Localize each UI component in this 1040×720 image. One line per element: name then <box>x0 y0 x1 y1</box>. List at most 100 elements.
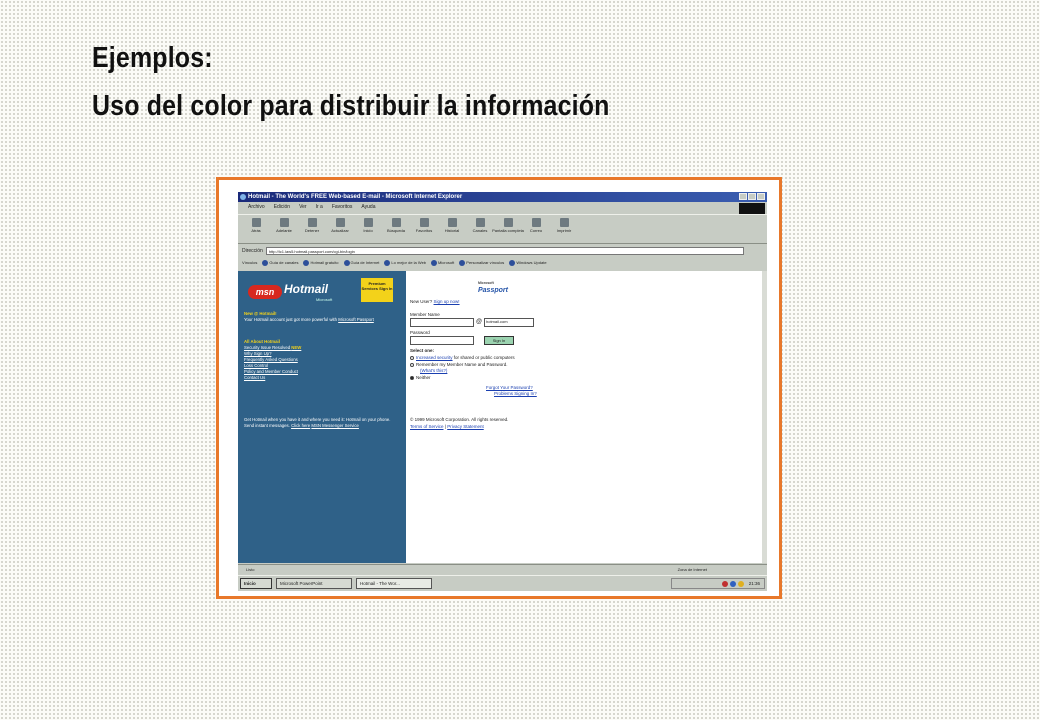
hotmail-logo-sub: Microsoft <box>316 297 333 302</box>
legal-links: Terms of Service | Privacy Statement <box>410 424 484 429</box>
start-button[interactable]: Inicio <box>240 578 272 589</box>
links-label: Vínculos <box>242 260 258 265</box>
favorites-icon <box>419 218 429 227</box>
internet-zone: Zona de Internet <box>677 567 707 572</box>
menu-ir-a[interactable]: Ir a <box>316 203 323 212</box>
tray-volume-icon[interactable] <box>737 580 744 587</box>
ie-link-icon <box>262 259 269 266</box>
home-icon <box>363 218 373 227</box>
passport-link[interactable]: Microsoft Passport <box>338 317 374 322</box>
mail-button[interactable]: Correo <box>524 215 548 243</box>
window-controls <box>739 193 765 200</box>
slide-title-line2: Uso del color para distribuir la informa… <box>92 90 610 122</box>
tray-network-icon[interactable] <box>729 580 736 587</box>
minimize-icon[interactable] <box>739 193 747 200</box>
address-label: Dirección <box>242 247 263 254</box>
close-icon[interactable] <box>757 193 765 200</box>
menu-archivo[interactable]: Archivo <box>248 203 265 212</box>
menu-favoritos[interactable]: Favoritos <box>332 203 353 212</box>
option3-text: Neither <box>416 375 431 380</box>
hotmail-footer-text: Get Hotmail when you have it and where y… <box>244 417 391 428</box>
slide-title: Ejemplos: Uso del color para distribuir … <box>92 34 610 130</box>
search-icon <box>391 218 401 227</box>
link-guia-canales[interactable]: Guía de canales <box>262 259 298 266</box>
ie-link-icon <box>343 259 350 266</box>
whats-this-link[interactable]: (What's this?) <box>420 368 447 373</box>
signup-link[interactable]: Sign up now! <box>434 299 460 304</box>
domain-select[interactable]: hotmail.com <box>484 318 534 327</box>
link-personalizar[interactable]: Personalizar vínculos <box>459 259 504 266</box>
password-input[interactable] <box>410 336 474 345</box>
new-user-line: New User? Sign up now! <box>410 299 460 304</box>
history-button[interactable]: Historial <box>440 215 464 243</box>
new-badge: NEW <box>291 345 302 350</box>
menu-bar: Archivo Edición Ver Ir a Favoritos Ayuda <box>238 203 767 212</box>
ie-link-icon <box>431 259 438 266</box>
tray-app-icon[interactable] <box>721 580 728 587</box>
messenger-link[interactable]: MSN Messenger Service <box>311 423 359 428</box>
menu-ver[interactable]: Ver <box>299 203 307 212</box>
menu-ayuda[interactable]: Ayuda <box>361 203 375 212</box>
search-button[interactable]: Búsqueda <box>384 215 408 243</box>
home-button[interactable]: Inicio <box>356 215 380 243</box>
back-button[interactable]: Atrás <box>244 215 268 243</box>
option2-text: Remember my Member Name and Password. <box>416 362 508 367</box>
all-about-hotmail: All About Hotmail Security Issue Resolve… <box>244 339 396 381</box>
link-lo-mejor[interactable]: Lo mejor de la Web <box>384 259 426 266</box>
password-label: Password <box>410 330 430 335</box>
member-name-label: Member Name <box>410 312 440 317</box>
links-bar: Vínculos Guía de canales Hotmail gratuit… <box>238 257 767 268</box>
signin-button[interactable]: Sign In <box>484 336 514 345</box>
member-name-input[interactable] <box>410 318 474 327</box>
link-hotmail-gratuito[interactable]: Hotmail gratuito <box>303 259 339 266</box>
at-sign: @ <box>476 319 483 325</box>
forgot-password-link[interactable]: Forgot Your Password? <box>486 385 533 390</box>
mail-icon <box>531 218 541 227</box>
link-microsoft[interactable]: Microsoft <box>431 259 454 266</box>
radio-increased-security[interactable] <box>410 356 414 360</box>
refresh-button[interactable]: Actualizar <box>328 215 352 243</box>
back-icon <box>251 218 261 227</box>
status-bar: Listo Zona de Internet <box>238 564 767 574</box>
link-windows-update[interactable]: Windows Update <box>509 259 547 266</box>
click-here-link[interactable]: Click here <box>291 423 310 428</box>
fullscreen-button[interactable]: Pantalla completa <box>492 215 524 243</box>
vertical-scrollbar[interactable] <box>762 271 767 563</box>
msn-logo: msn <box>248 285 282 299</box>
screenshot-frame: Hotmail - The World's FREE Web-based E-m… <box>216 177 782 599</box>
ie-link-icon <box>459 259 466 266</box>
window-title: Hotmail - The World's FREE Web-based E-m… <box>248 194 463 200</box>
hotmail-left-panel: msn Hotmail Microsoft Premium Services S… <box>238 271 406 563</box>
menu-edicion[interactable]: Edición <box>274 203 290 212</box>
radio-remember[interactable] <box>410 363 414 367</box>
stop-icon <box>307 218 317 227</box>
ie-link-icon <box>384 259 391 266</box>
forward-button[interactable]: Adelante <box>272 215 296 243</box>
address-input[interactable]: http://lc1.law5.hotmail.passport.com/cgi… <box>265 246 744 255</box>
passport-logo: Microsoft Passport <box>478 281 508 294</box>
print-button[interactable]: Imprimir <box>552 215 576 243</box>
window-titlebar[interactable]: Hotmail - The World's FREE Web-based E-m… <box>238 192 767 202</box>
slide-title-line1: Ejemplos: <box>92 42 213 74</box>
fullscreen-icon <box>503 218 513 227</box>
internet-explorer-icon <box>240 194 246 200</box>
terms-link[interactable]: Terms of Service <box>410 424 444 429</box>
print-icon <box>559 218 569 227</box>
privacy-link[interactable]: Privacy Statement <box>447 424 484 429</box>
taskbar-item-hotmail[interactable]: Hotmail - The Wor... <box>356 578 432 589</box>
about-link-contact[interactable]: Contact Us <box>244 375 396 381</box>
browser-toolbar: Atrás Adelante Detener Actualizar Inicio… <box>238 214 767 244</box>
maximize-icon[interactable] <box>748 193 756 200</box>
stop-button[interactable]: Detener <box>300 215 324 243</box>
channels-button[interactable]: Canales <box>468 215 492 243</box>
radio-neither[interactable] <box>410 376 414 380</box>
refresh-icon <box>335 218 345 227</box>
link-guia-internet[interactable]: Guía de Internet <box>343 259 379 266</box>
favorites-button[interactable]: Favoritos <box>412 215 436 243</box>
new-at-hotmail: New @ Hotmail! Your Hotmail account just… <box>244 311 374 322</box>
history-icon <box>447 218 457 227</box>
problems-signing-link[interactable]: Problems Signing In? <box>494 391 537 396</box>
taskbar-item-powerpoint[interactable]: Microsoft PowerPoint <box>276 578 352 589</box>
premium-signin-button[interactable]: Premium Services Sign In <box>361 278 393 302</box>
select-one-label: Select one: <box>410 348 435 353</box>
